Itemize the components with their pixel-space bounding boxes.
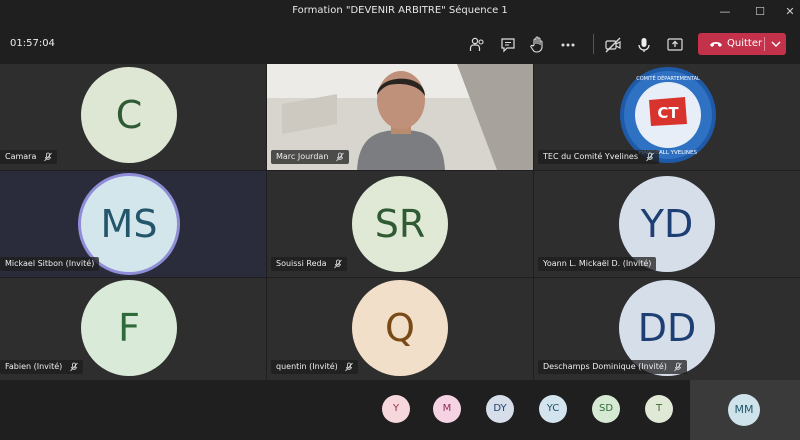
self-avatar: MM bbox=[728, 394, 760, 426]
mic-muted-icon bbox=[645, 152, 654, 161]
participant-name-tag: Souissi Reda bbox=[271, 257, 348, 271]
minimize-button[interactable]: — bbox=[710, 2, 740, 22]
chat-icon[interactable] bbox=[499, 36, 517, 54]
participant-name-tag: Fabien (Invité) bbox=[0, 360, 83, 374]
raise-hand-icon[interactable] bbox=[529, 36, 547, 54]
participant-tile[interactable]: F Fabien (Invité) bbox=[0, 278, 266, 380]
participant-tile[interactable]: DD Deschamps Dominique (Invité) bbox=[534, 278, 800, 380]
avatar-initials: MS bbox=[100, 202, 158, 246]
meeting-timer: 01:57:04 bbox=[10, 38, 55, 49]
overflow-avatar[interactable]: DY bbox=[486, 395, 514, 423]
participant-name-tag: Mickael Sitbon (Invité) bbox=[0, 257, 100, 271]
participant-name: Fabien (Invité) bbox=[5, 362, 63, 371]
participant-name: Camara bbox=[5, 152, 37, 161]
mic-muted-icon bbox=[70, 362, 78, 371]
participant-tile-speaking[interactable]: MS Mickael Sitbon (Invité) bbox=[0, 171, 266, 277]
mic-muted-icon bbox=[345, 362, 354, 371]
mic-muted-icon bbox=[336, 152, 344, 161]
mic-muted-icon bbox=[334, 259, 342, 268]
participant-video-tile[interactable]: Marc Jourdan bbox=[267, 64, 533, 170]
chevron-down-icon[interactable] bbox=[766, 33, 786, 55]
participant-name-tag: Camara bbox=[0, 150, 57, 164]
participant-name-tag: Deschamps Dominique (Invité) bbox=[538, 360, 688, 374]
more-options-icon[interactable] bbox=[559, 36, 577, 54]
overflow-avatar[interactable]: M bbox=[433, 395, 461, 423]
microphone-icon[interactable] bbox=[635, 36, 653, 54]
overflow-avatar[interactable]: Y bbox=[382, 395, 410, 423]
phone-hangup-icon bbox=[710, 42, 722, 47]
participants-icon[interactable] bbox=[468, 36, 486, 54]
share-screen-icon[interactable] bbox=[666, 36, 684, 54]
avatar-initials: F bbox=[118, 306, 140, 350]
close-button[interactable]: ✕ bbox=[775, 2, 800, 22]
participant-tile[interactable]: C Camara bbox=[0, 64, 266, 170]
avatar-initials: C bbox=[115, 93, 143, 137]
leave-button[interactable]: Quitter bbox=[698, 33, 764, 55]
overflow-avatar[interactable]: YC bbox=[539, 395, 567, 423]
maximize-button[interactable]: ☐ bbox=[745, 2, 775, 22]
avatar-initials: DD bbox=[637, 306, 697, 350]
participant-name: Marc Jourdan bbox=[276, 152, 329, 161]
participant-tile[interactable]: YD Yoann L. Mickaël D. (Invité) bbox=[534, 171, 800, 277]
overflow-avatar[interactable]: T bbox=[645, 395, 673, 423]
participant-tile[interactable]: COMITÉ DÉPARTEMENTAL CT HANDBALL YVELINE… bbox=[534, 64, 800, 170]
participant-name-tag: Yoann L. Mickaël D. (Invité) bbox=[538, 257, 657, 271]
participant-name: TEC du Comité Yvelines bbox=[543, 152, 639, 161]
participant-name-tag: TEC du Comité Yvelines bbox=[538, 150, 659, 164]
participant-name: Deschamps Dominique (Invité) bbox=[543, 362, 667, 371]
avatar: SR bbox=[352, 176, 448, 272]
participant-tile[interactable]: SR Souissi Reda bbox=[267, 171, 533, 277]
participant-name: Souissi Reda bbox=[276, 259, 327, 268]
toolbar-divider bbox=[593, 34, 594, 54]
mic-muted-icon bbox=[44, 152, 52, 161]
avatar-initials: Q bbox=[385, 306, 415, 350]
participant-name-tag: Marc Jourdan bbox=[271, 150, 349, 164]
overflow-avatar[interactable]: SD bbox=[592, 395, 620, 423]
participant-name-tag: quentin (Invité) bbox=[271, 360, 359, 374]
title-bar: Formation "DEVENIR ARBITRE" Séquence 1 —… bbox=[0, 0, 800, 24]
logo-mark-text: CT bbox=[657, 104, 679, 122]
overflow-participants-bar: Y M DY YC SD T MM bbox=[0, 380, 800, 440]
mic-muted-icon bbox=[674, 362, 683, 371]
avatar: F bbox=[81, 280, 177, 376]
avatar-initials: SR bbox=[374, 202, 426, 246]
avatar: Q bbox=[352, 280, 448, 376]
avatar: C bbox=[81, 67, 177, 163]
logo-top-text: COMITÉ DÉPARTEMENTAL bbox=[636, 74, 700, 82]
participant-name: Mickael Sitbon (Invité) bbox=[5, 259, 95, 268]
leave-button-group: Quitter bbox=[698, 33, 786, 55]
self-view-tile[interactable]: MM bbox=[690, 380, 800, 440]
window-title: Formation "DEVENIR ARBITRE" Séquence 1 bbox=[292, 5, 508, 16]
meeting-toolbar: 01:57:04 Quitter bbox=[0, 24, 800, 64]
leave-label: Quitter bbox=[727, 38, 763, 49]
camera-off-icon[interactable] bbox=[604, 36, 622, 54]
participant-name: quentin (Invité) bbox=[276, 362, 338, 371]
leave-separator bbox=[764, 37, 765, 51]
participant-name: Yoann L. Mickaël D. (Invité) bbox=[543, 259, 652, 268]
participant-tile[interactable]: Q quentin (Invité) bbox=[267, 278, 533, 380]
avatar-initials: YD bbox=[640, 202, 694, 246]
